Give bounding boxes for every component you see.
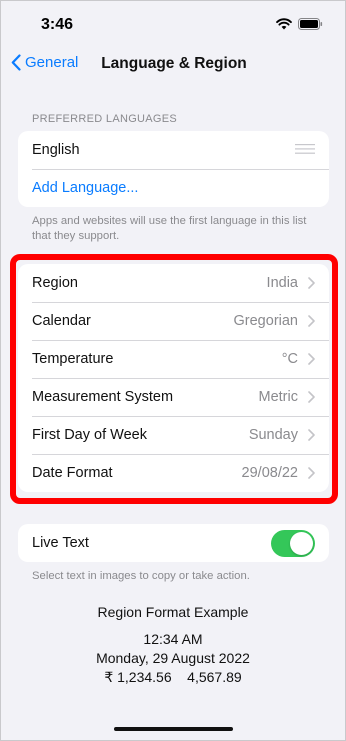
- date-format-label: Date Format: [32, 465, 113, 481]
- chevron-right-icon: [308, 467, 315, 479]
- calendar-value: Gregorian: [233, 313, 298, 329]
- reorder-handle-icon[interactable]: [295, 141, 315, 159]
- status-icons: [276, 17, 323, 35]
- add-language-label: Add Language...: [32, 180, 139, 196]
- add-language-button[interactable]: Add Language...: [18, 169, 329, 207]
- date-format-value: 29/08/22: [241, 465, 298, 481]
- format-example-numbers: ₹ 1,234.56 4,567.89: [104, 669, 242, 685]
- temperature-value: °C: [281, 351, 298, 367]
- language-row-english[interactable]: English: [18, 131, 329, 169]
- measurement-system-label: Measurement System: [32, 389, 174, 405]
- region-row[interactable]: Region India: [18, 264, 329, 302]
- home-indicator[interactable]: [114, 727, 233, 731]
- first-day-of-week-value: Sunday: [248, 427, 298, 443]
- temperature-row[interactable]: Temperature °C: [18, 340, 329, 378]
- wifi-icon: [276, 17, 292, 35]
- calendar-label: Calendar: [32, 313, 91, 329]
- preferred-languages-group: English Add Language...: [18, 131, 329, 207]
- status-bar: 3:46: [1, 1, 345, 47]
- date-format-row[interactable]: Date Format 29/08/22: [18, 454, 329, 492]
- live-text-footnote: Select text in images to copy or take ac…: [32, 570, 250, 582]
- format-example-title: Region Format Example: [97, 604, 249, 620]
- languages-footnote: Apps and websites will use the first lan…: [32, 215, 307, 242]
- format-example-date: Monday, 29 August 2022: [96, 650, 250, 666]
- live-text-toggle[interactable]: [271, 529, 315, 557]
- status-time: 3:46: [41, 16, 74, 33]
- preferred-languages-header: PREFERRED LANGUAGES: [32, 113, 178, 125]
- region-settings-group: Region India Calendar Gregorian Temperat…: [18, 264, 329, 492]
- region-format-example: Region Format Example 12:34 AM Monday, 2…: [1, 604, 345, 687]
- temperature-label: Temperature: [32, 351, 114, 367]
- format-example-time: 12:34 AM: [143, 631, 203, 647]
- navigation-bar: General Language & Region: [1, 47, 345, 83]
- chevron-right-icon: [308, 315, 315, 327]
- chevron-right-icon: [308, 391, 315, 403]
- region-label: Region: [32, 275, 78, 291]
- first-day-of-week-label: First Day of Week: [32, 427, 147, 443]
- phone-screen: 3:46 General Language & Region PREFERRED…: [0, 0, 346, 741]
- chevron-right-icon: [308, 353, 315, 365]
- region-value: India: [266, 275, 298, 291]
- language-label: English: [32, 142, 80, 158]
- measurement-system-value: Metric: [258, 389, 298, 405]
- measurement-system-row[interactable]: Measurement System Metric: [18, 378, 329, 416]
- calendar-row[interactable]: Calendar Gregorian: [18, 302, 329, 340]
- first-day-of-week-row[interactable]: First Day of Week Sunday: [18, 416, 329, 454]
- live-text-group: Live Text: [18, 524, 329, 562]
- page-title: Language & Region: [101, 55, 247, 72]
- live-text-label: Live Text: [32, 535, 89, 551]
- live-text-row: Live Text: [18, 524, 329, 562]
- chevron-right-icon: [308, 429, 315, 441]
- chevron-right-icon: [308, 277, 315, 289]
- battery-icon: [298, 17, 323, 35]
